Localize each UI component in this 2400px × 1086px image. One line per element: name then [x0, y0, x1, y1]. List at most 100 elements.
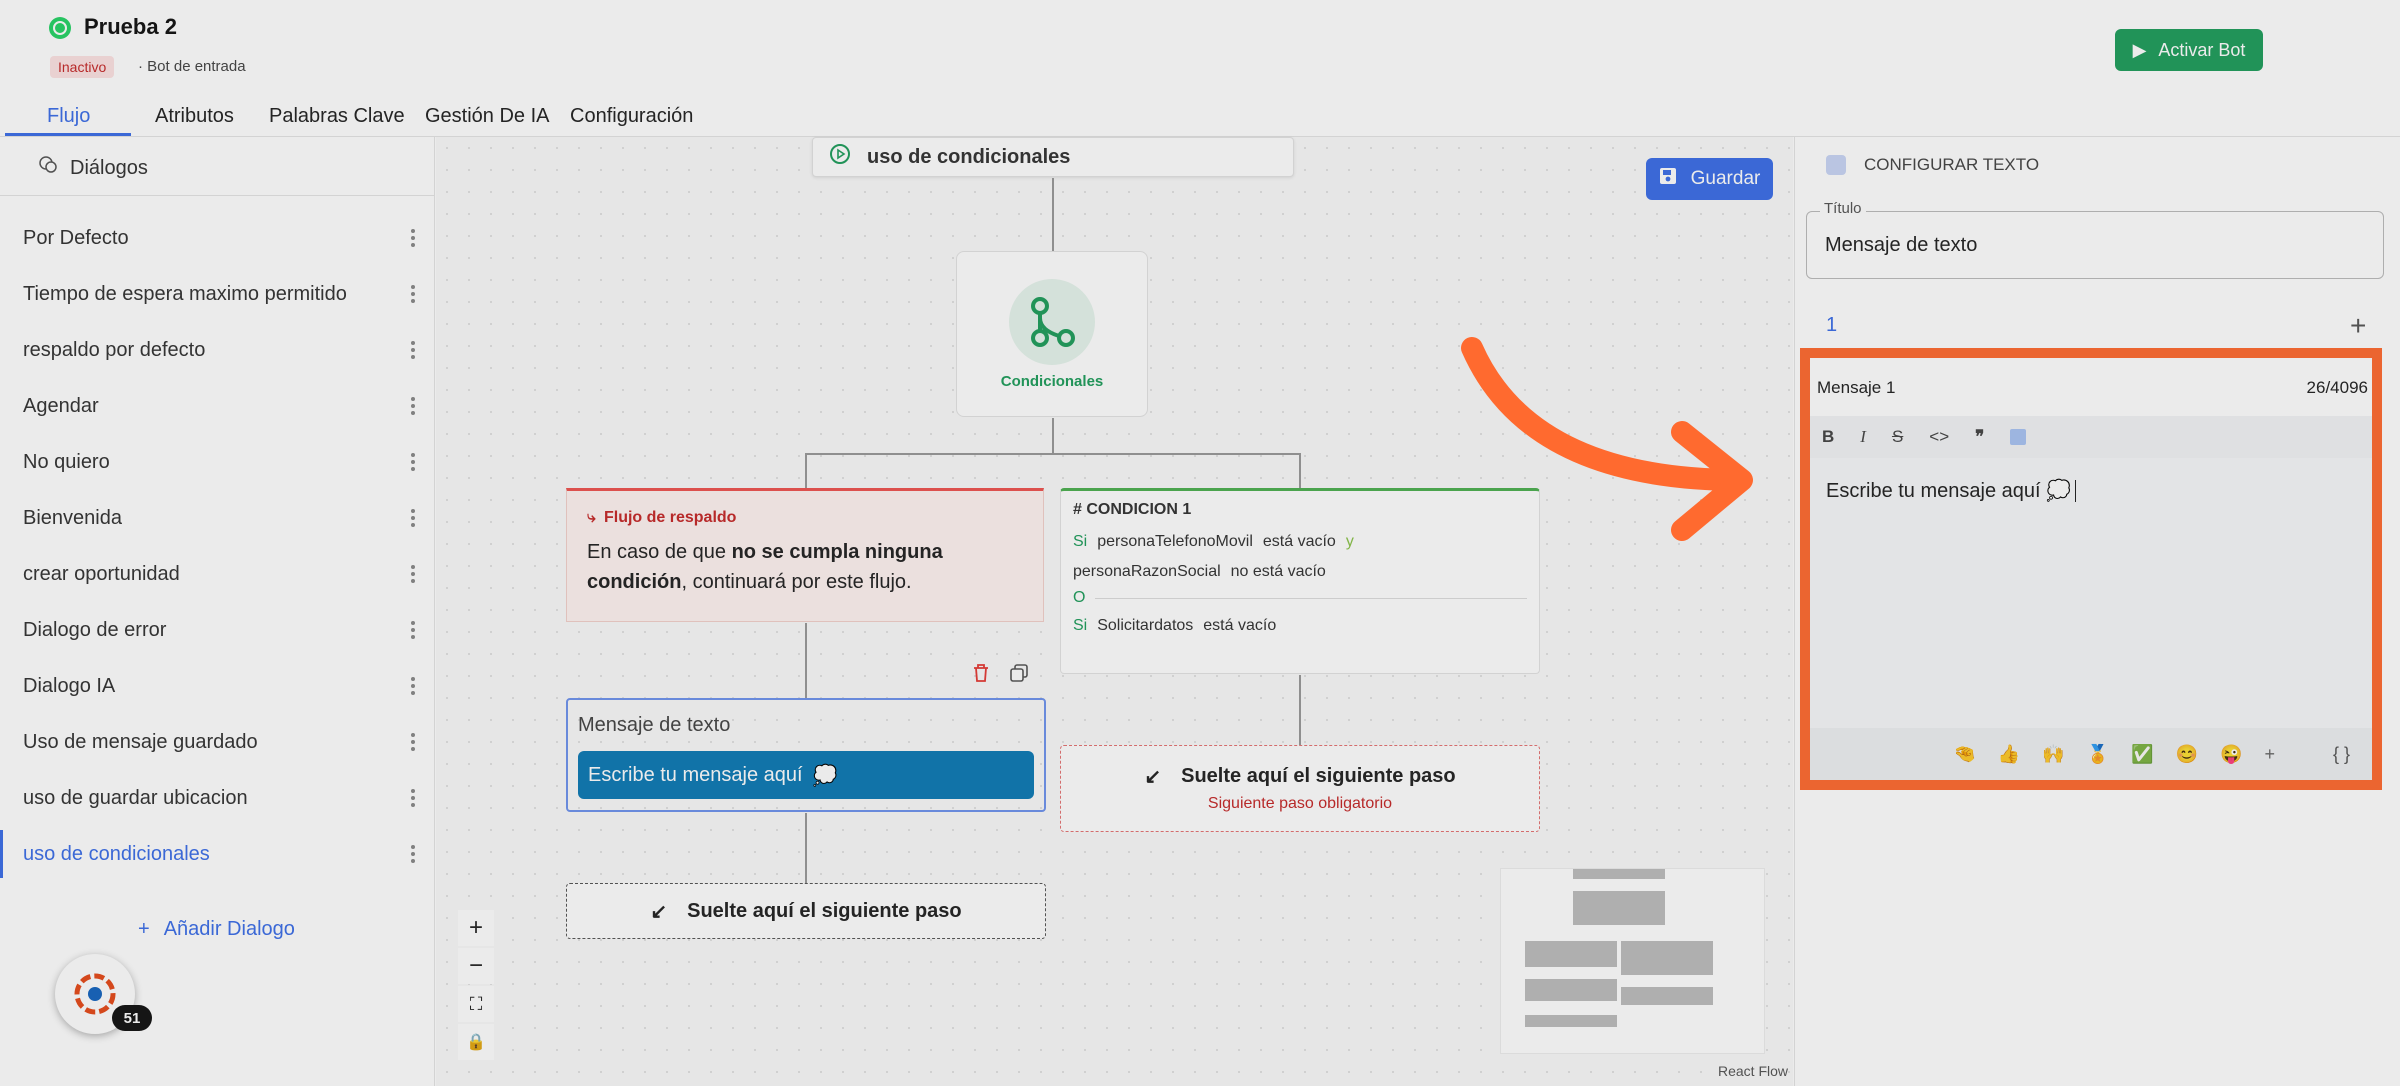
emoji-smile-icon[interactable]: 😊: [2176, 744, 2198, 765]
plus-icon: +: [138, 918, 150, 940]
strikethrough-button[interactable]: S: [1892, 427, 1903, 447]
play-circle-icon: [829, 143, 851, 171]
kebab-menu-icon[interactable]: [410, 509, 416, 527]
edge: [1299, 453, 1301, 489]
back-icon[interactable]: [1826, 155, 1846, 175]
bot-title: Prueba 2: [84, 14, 177, 39]
whatsapp-icon: [48, 16, 72, 40]
kebab-menu-icon[interactable]: [410, 845, 416, 863]
sidebar-dialog-item[interactable]: Bienvenida: [0, 494, 430, 542]
zoom-in-button[interactable]: +: [458, 910, 494, 946]
sidebar-dialog-item[interactable]: No quiero: [0, 438, 430, 486]
emoji-tongue-icon[interactable]: 😜: [2220, 744, 2242, 765]
save-button[interactable]: Guardar: [1646, 158, 1773, 200]
edge: [805, 453, 807, 489]
variables-button[interactable]: { }: [2333, 744, 2350, 765]
sidebar-dialog-item[interactable]: respaldo por defecto: [0, 326, 430, 374]
dialog-label: Agendar: [23, 394, 99, 417]
sidebar-dialog-item[interactable]: Dialogo de error: [0, 606, 430, 654]
dialog-label: Por Defecto: [23, 226, 129, 249]
kebab-menu-icon[interactable]: [410, 341, 416, 359]
fit-view-button[interactable]: ⛶: [458, 986, 494, 1022]
thought-bubble-icon: 💭: [812, 764, 838, 787]
kebab-menu-icon[interactable]: [410, 565, 416, 583]
emoji-raised-hands-icon[interactable]: 🙌: [2042, 744, 2064, 765]
tab-palabras-clave[interactable]: Palabras Clave: [269, 105, 405, 128]
edge: [805, 453, 1301, 455]
text-message-node[interactable]: Mensaje de texto Escribe tu mensaje aquí…: [566, 698, 1046, 812]
kebab-menu-icon[interactable]: [410, 397, 416, 415]
kebab-menu-icon[interactable]: [410, 621, 416, 639]
dialog-label: Uso de mensaje guardado: [23, 730, 258, 753]
sidebar-dialog-item[interactable]: Agendar: [0, 382, 430, 430]
sidebar-dialog-item[interactable]: crear oportunidad: [0, 550, 430, 598]
trash-icon[interactable]: [970, 662, 992, 689]
format-toolbar: B I S <> ❞: [1810, 416, 2372, 458]
status-badge: Inactivo: [50, 56, 115, 78]
blockquote-icon[interactable]: [2010, 429, 2027, 445]
drop-zone[interactable]: ↙ Suelte aquí el siguiente paso: [566, 883, 1046, 939]
message-index[interactable]: 1: [1826, 314, 1837, 337]
sidebar-dialog-item[interactable]: Dialogo IA: [0, 662, 430, 710]
message-bubble: Escribe tu mensaje aquí 💭: [578, 751, 1034, 799]
emoji-bar: 🤏 👍 🙌 🏅 ✅ 😊 😜 + { }: [1810, 728, 2372, 780]
kebab-menu-icon[interactable]: [410, 677, 416, 695]
react-flow-attribution[interactable]: React Flow: [1718, 1063, 1788, 1079]
italic-button[interactable]: I: [1860, 427, 1866, 447]
tab-configuracion[interactable]: Configuración: [570, 105, 693, 128]
bot-type: · Bot de entrada: [138, 58, 246, 75]
minimap[interactable]: [1500, 868, 1765, 1054]
chat-bubbles-icon: [38, 155, 58, 181]
drop-zone-required[interactable]: ↙ Suelte aquí el siguiente paso Siguient…: [1060, 745, 1540, 832]
conditionals-node[interactable]: Condicionales: [956, 251, 1148, 417]
kebab-menu-icon[interactable]: [410, 789, 416, 807]
kebab-menu-icon[interactable]: [410, 733, 416, 751]
branch-icon: [1009, 278, 1095, 365]
fallback-flow-node[interactable]: ⤷ Flujo de respaldo En caso de que no se…: [566, 488, 1044, 622]
duplicate-icon[interactable]: [1008, 662, 1030, 689]
sidebar-dialog-item[interactable]: Uso de mensaje guardado: [0, 718, 430, 766]
emoji-pinching-hand-icon[interactable]: 🤏: [1954, 744, 1976, 765]
add-dialog-button[interactable]: + Añadir Dialogo: [138, 918, 295, 941]
sidebar-dialog-item[interactable]: Tiempo de espera maximo permitido: [0, 270, 430, 318]
divider: [0, 195, 435, 196]
kebab-menu-icon[interactable]: [410, 285, 416, 303]
sidebar-dialog-item[interactable]: uso de guardar ubicacion: [0, 774, 430, 822]
emoji-medal-icon[interactable]: 🏅: [2087, 744, 2109, 765]
fallback-text: En caso de que no se cumpla ninguna cond…: [587, 541, 943, 593]
activate-bot-button[interactable]: ▶ Activar Bot: [2115, 29, 2263, 71]
start-node[interactable]: uso de condicionales: [812, 137, 1294, 177]
title-input[interactable]: Mensaje de texto: [1806, 211, 2384, 279]
condition-title: # CONDICION 1: [1073, 501, 1192, 518]
node-actions: [970, 662, 1030, 689]
code-button[interactable]: <>: [1929, 427, 1949, 447]
lock-button[interactable]: 🔒: [458, 1024, 494, 1060]
tab-flujo[interactable]: Flujo: [47, 105, 90, 128]
bold-button[interactable]: B: [1822, 427, 1834, 447]
add-message-button[interactable]: +: [2350, 310, 2366, 342]
quote-button[interactable]: ❞: [1975, 427, 1984, 447]
emoji-more-icon[interactable]: +: [2264, 744, 2275, 765]
or-separator: O: [1073, 589, 1527, 607]
condition-1-node[interactable]: # CONDICION 1 Si personaTelefonoMovil es…: [1060, 488, 1540, 674]
dialog-label: No quiero: [23, 450, 110, 473]
dialog-label: Tiempo de espera maximo permitido: [23, 282, 347, 305]
kebab-menu-icon[interactable]: [410, 229, 416, 247]
tab-gestion-ia[interactable]: Gestión De IA: [425, 105, 550, 128]
sidebar-dialog-item[interactable]: Por Defecto: [0, 214, 430, 262]
kebab-menu-icon[interactable]: [410, 453, 416, 471]
play-icon: ▶: [2132, 39, 2147, 60]
message-textarea[interactable]: Escribe tu mensaje aquí 💭: [1810, 458, 2372, 738]
zoom-controls: + − ⛶ 🔒: [458, 910, 494, 1060]
dialog-label: Dialogo IA: [23, 674, 116, 697]
dialog-label: crear oportunidad: [23, 562, 180, 585]
emoji-check-icon[interactable]: ✅: [2131, 744, 2153, 765]
emoji-thumbs-up-icon[interactable]: 👍: [1998, 744, 2020, 765]
tab-bar: Flujo Atributos Palabras Clave Gestión D…: [0, 95, 2400, 137]
dialog-label: uso de guardar ubicacion: [23, 786, 248, 809]
tab-atributos[interactable]: Atributos: [155, 105, 234, 128]
sidebar-dialog-item[interactable]: uso de condicionales: [0, 830, 430, 878]
zoom-out-button[interactable]: −: [458, 948, 494, 984]
drop-cursor-icon: ↙: [650, 900, 668, 923]
condition-clause: Si personaTelefonoMovil está vacío y: [1073, 533, 1354, 550]
